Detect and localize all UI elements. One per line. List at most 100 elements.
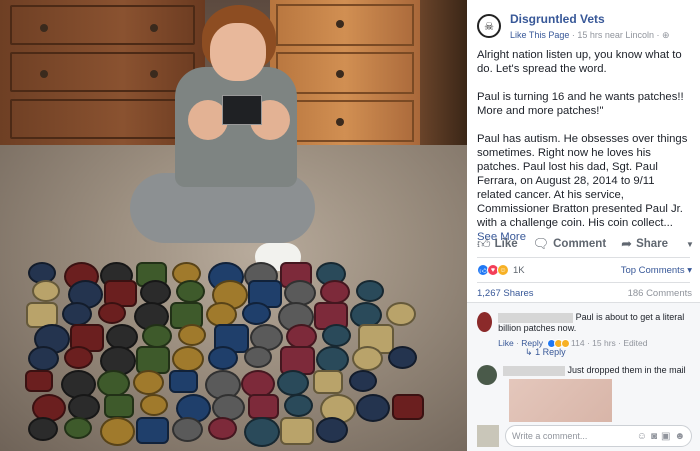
patch [279,417,314,445]
chevron-down-icon: ▾ [687,264,692,276]
page-name-link[interactable]: Disgruntled Vets [510,12,670,26]
globe-icon: ⊕ [662,30,670,40]
patch [352,346,383,371]
patch [208,346,238,370]
divider [477,282,690,283]
comment-like-link[interactable]: Like [498,338,514,349]
camera-icon[interactable]: ◙ [651,431,657,442]
post-photo[interactable] [0,0,467,451]
patch [63,417,92,439]
post-paragraph: Alright nation listen up, you know what … [477,49,682,75]
meta-separator: · [656,30,660,40]
patch [248,394,279,419]
post-body: Alright nation listen up, you know what … [467,46,700,244]
patch [169,370,198,393]
meta-separator: · [571,30,575,40]
commenter-avatar[interactable] [477,312,493,332]
comment-time[interactable]: 15 hrs [592,338,616,349]
composer-avatar [477,425,499,447]
patch [97,370,130,397]
patch [316,346,349,373]
emoji-icon[interactable]: ☺ [637,431,647,442]
patch [356,280,384,302]
comment-edited[interactable]: Edited [623,338,647,349]
dresser-knob [336,20,344,28]
dresser-knob [40,24,48,32]
share-comment-counts: 1,267 Shares 186 Comments [477,288,692,299]
patch [104,394,134,418]
post-header: ☠ Disgruntled Vets Like This Page · 15 h… [467,0,700,46]
thumbs-up-icon: 👍︎ [477,236,491,251]
post-paragraph-text: Paul has autism. He obsesses over things… [477,133,688,229]
reply-arrow-icon: ↳ [525,347,533,357]
patch [140,280,171,305]
patch [320,280,350,304]
patch [99,417,135,446]
patch [177,324,206,346]
comment-input-placeholder: Write a comment... [512,431,588,441]
like-label: Like [494,238,518,250]
redacted-name [503,365,565,376]
gif-icon[interactable]: ▣ [661,431,670,442]
share-arrow-icon: ➦ [621,236,633,251]
speech-bubble-icon: 🗨︎ [532,236,550,251]
header-text: Disgruntled Vets Like This Page · 15 hrs… [510,10,670,46]
patch [140,394,168,416]
patch [62,302,93,326]
reaction-count[interactable]: 1K [513,265,525,276]
patch [392,394,424,420]
patch [349,370,377,392]
like-page-link[interactable]: Like This Page [510,30,569,40]
comment-item: Paul is about to get a literal billion p… [477,312,700,349]
top-comments-dropdown[interactable]: Top Comments ▾ [621,265,692,276]
comment-composer: Write a comment... ☺ ◙ ▣ ☻ [477,423,692,449]
action-bar: 👍︎ Like 🗨︎ Comment ➦ Share ▼ [477,233,694,255]
page-avatar[interactable]: ☠ [477,14,501,38]
post-time[interactable]: 15 hrs near Lincoln [577,30,654,40]
patch [135,417,169,444]
dresser-knob [336,118,344,126]
held-patch [222,95,262,125]
patch [321,324,351,347]
chevron-down-icon[interactable]: ▼ [686,240,694,249]
dresser-knob [336,70,344,78]
top-comments-label: Top Comments [620,264,685,276]
patch [244,346,272,368]
view-replies-label: 1 Reply [535,347,566,357]
post-paragraph: Paul is turning 16 and he wants patches!… [477,91,684,117]
share-button[interactable]: ➦ Share [621,236,668,252]
patch-collection [18,262,424,447]
share-label: Share [636,238,669,250]
comment-label: Comment [553,238,607,250]
patch [313,370,343,394]
patch [207,417,237,440]
dresser-knob [40,70,48,78]
comment-react-count: 114 [571,338,585,348]
shares-count[interactable]: 1,267 Shares [477,288,534,299]
patch [98,302,127,324]
photo-boy [130,5,315,275]
divider [477,257,690,258]
patch [315,417,348,443]
patch [171,417,203,442]
sticker-icon[interactable]: ☻ [674,431,685,442]
patch [28,346,59,371]
comment-section: Paul is about to get a literal billion p… [467,302,700,451]
patch [277,370,309,396]
comments-count[interactable]: 186 Comments [628,288,692,299]
commenter-avatar[interactable] [477,365,497,385]
patch [141,324,172,348]
comment-text: Just dropped them in the mail [567,365,686,375]
comment-image-attachment[interactable] [509,379,612,422]
view-replies-link[interactable]: ↳ 1 Reply [525,347,566,358]
comment-button[interactable]: 🗨︎ Comment [533,236,607,252]
like-button[interactable]: 👍︎ Like [477,236,518,252]
patch [32,280,60,302]
patch [243,417,280,447]
haha-reaction-icon[interactable]: ☺ [497,264,509,276]
boy-face [210,23,266,81]
patch [284,394,313,417]
patch [242,302,272,325]
comment-input[interactable]: Write a comment... ☺ ◙ ▣ ☻ [505,425,692,447]
patch [176,280,205,303]
